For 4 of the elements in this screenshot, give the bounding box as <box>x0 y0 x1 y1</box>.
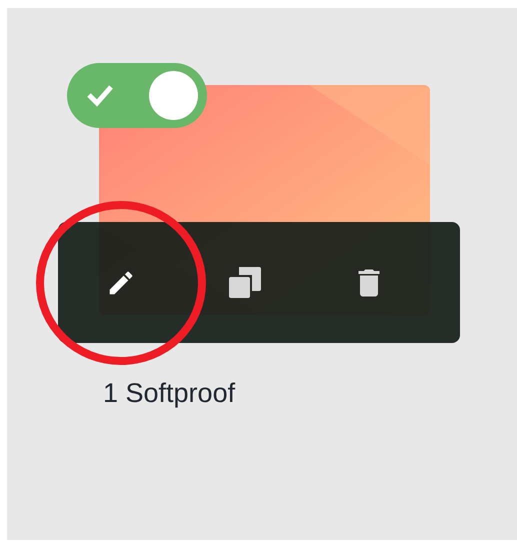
toggle-knob <box>149 71 198 120</box>
copy-icon <box>229 266 261 298</box>
card-title: 1 Softproof <box>103 378 236 409</box>
check-icon <box>86 83 114 107</box>
